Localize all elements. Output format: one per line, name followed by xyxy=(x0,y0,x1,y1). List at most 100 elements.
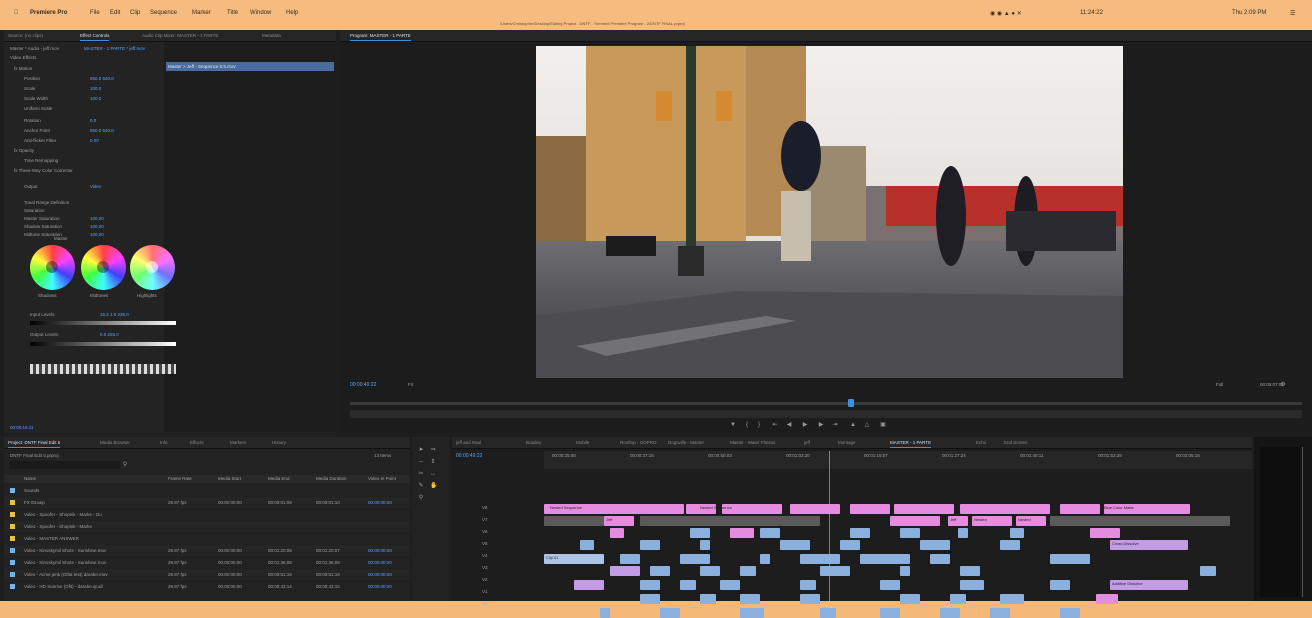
timeline-clip[interactable] xyxy=(820,566,850,576)
effect-row-label[interactable]: Shadow Saturation xyxy=(24,224,62,229)
effect-row-value[interactable]: 0.00 xyxy=(90,138,99,143)
timeline-clip[interactable] xyxy=(740,566,756,576)
timeline-clip[interactable] xyxy=(1050,516,1230,526)
timeline-clip[interactable] xyxy=(960,566,980,576)
ripple-edit-icon[interactable]: ⇔ xyxy=(418,459,424,465)
menu-clip[interactable]: Clip xyxy=(130,10,140,16)
timeline-clip[interactable] xyxy=(950,594,966,604)
effect-row-label[interactable]: Position xyxy=(24,76,40,81)
effect-row-label[interactable]: Output xyxy=(24,184,38,189)
timeline-tab[interactable]: End Screen xyxy=(1004,440,1028,445)
tab-project[interactable]: Project: DNTF Final Edit 5 xyxy=(8,440,61,448)
effect-row-label[interactable]: Anti-flicker Filter xyxy=(24,138,56,143)
timeline-clip[interactable] xyxy=(760,554,770,564)
timeline-tab[interactable]: Echo xyxy=(976,440,986,445)
output-levels-slider[interactable] xyxy=(30,342,176,346)
go-to-out-icon[interactable]: ⇥ xyxy=(832,422,838,428)
search-bin-icon[interactable]: ⚲ xyxy=(122,462,128,468)
timeline-clip[interactable] xyxy=(860,554,910,564)
timeline-clip[interactable] xyxy=(690,528,710,538)
timeline-clip[interactable] xyxy=(650,566,670,576)
project-item-row[interactable]: Video - Spoofer - Shopnik - Marks - Ou xyxy=(4,509,410,520)
effect-row-label[interactable]: Anchor Point xyxy=(24,128,50,133)
project-search-input[interactable] xyxy=(10,461,120,469)
timeline-clip[interactable] xyxy=(800,594,820,604)
menu-help[interactable]: Help xyxy=(286,10,298,16)
timeline-clip[interactable] xyxy=(1200,566,1216,576)
effect-row-label[interactable]: Tonal Range Definition xyxy=(24,200,69,205)
status-icons[interactable]: ◉ ◉ ▲ ● ✕ xyxy=(990,10,1022,17)
timeline-playhead[interactable] xyxy=(829,451,830,601)
timeline-clip[interactable] xyxy=(640,540,660,550)
timeline-clip[interactable] xyxy=(640,516,780,526)
track-header[interactable]: V2 xyxy=(454,574,542,586)
timeline-clip[interactable] xyxy=(930,554,950,564)
timeline-clip[interactable] xyxy=(574,580,604,590)
effect-row-value[interactable]: 100.00 xyxy=(90,216,104,221)
timeline-clip[interactable] xyxy=(680,554,710,564)
menu-window[interactable]: Window xyxy=(250,10,271,16)
effect-row-value[interactable]: 0.0 xyxy=(90,118,96,123)
timeline-clip[interactable] xyxy=(880,608,900,618)
menu-marker[interactable]: Marker xyxy=(192,10,211,16)
timeline-clip[interactable] xyxy=(900,566,910,576)
col-media-start[interactable]: Media Start xyxy=(218,476,241,481)
timeline-clip[interactable] xyxy=(730,528,754,538)
effect-row-value[interactable]: 960.0 540.0 xyxy=(90,76,114,81)
timeline-clip[interactable] xyxy=(1050,580,1070,590)
col-name[interactable]: Name xyxy=(24,476,36,481)
timeline-clip[interactable] xyxy=(700,566,720,576)
track-header[interactable]: V6 xyxy=(454,526,542,538)
timeline-clip[interactable] xyxy=(1010,528,1024,538)
timeline-clip[interactable] xyxy=(790,504,840,514)
wrench-icon[interactable]: ⚙ xyxy=(1280,382,1286,388)
battery-time[interactable]: 11:24:22 xyxy=(1080,10,1103,16)
tab-metadata[interactable]: Metadata xyxy=(262,33,281,38)
timeline-clip[interactable] xyxy=(800,554,840,564)
timeline-clip[interactable] xyxy=(700,594,716,604)
mark-out-icon[interactable]: } xyxy=(756,422,762,428)
timeline-clip[interactable] xyxy=(960,504,1050,514)
timeline-clip[interactable] xyxy=(720,580,740,590)
program-scrubber[interactable] xyxy=(350,402,1302,405)
track-header[interactable]: V8 xyxy=(454,502,542,514)
clip-bar[interactable]: Master > Jeff - Sequence 0.5.mov xyxy=(166,62,334,71)
timeline-clip[interactable] xyxy=(740,594,760,604)
col-frame-rate[interactable]: Frame Rate xyxy=(168,476,192,481)
tab-media-browser[interactable]: Media Browser xyxy=(100,440,130,445)
source-line[interactable]: Master * Audio - jeff.mov xyxy=(10,46,59,51)
track-header[interactable]: A1 xyxy=(454,598,542,610)
timeline-clip[interactable] xyxy=(610,528,624,538)
effect-row-label[interactable]: Scale xyxy=(24,86,35,91)
project-item-row[interactable]: Video - Kinoskymil Shots - Sunshine.mov 2… xyxy=(4,557,410,568)
timeline-clip[interactable] xyxy=(1060,608,1080,618)
timeline-clip[interactable] xyxy=(620,554,640,564)
timeline-clip[interactable] xyxy=(544,516,604,526)
zoom-tool-icon[interactable]: ⚲ xyxy=(418,495,424,501)
slip-tool-icon[interactable]: ↔ xyxy=(430,471,436,477)
timeline-clip[interactable] xyxy=(1060,504,1100,514)
mark-in-icon[interactable]: { xyxy=(744,422,750,428)
timeline-clip[interactable] xyxy=(1090,528,1120,538)
tonal-range-bar[interactable] xyxy=(30,364,176,374)
clock[interactable]: Thu 2:09 PM xyxy=(1232,10,1266,16)
program-quality[interactable]: Full xyxy=(1216,382,1223,387)
tab-source[interactable]: Source: (no clips) xyxy=(8,33,43,38)
track-header[interactable]: V1 xyxy=(454,586,542,598)
step-forward-icon[interactable]: ▶ xyxy=(818,422,824,428)
timeline-clip[interactable] xyxy=(890,516,940,526)
track-header[interactable]: V4 xyxy=(454,550,542,562)
go-to-in-icon[interactable]: ⇤ xyxy=(772,422,778,428)
output-levels-values[interactable]: 0.0 255.0 xyxy=(100,332,119,337)
col-video-in[interactable]: Video In Point xyxy=(368,476,396,481)
tab-effect-controls[interactable]: Effect Controls xyxy=(80,33,110,41)
effect-row-value[interactable]: 100.00 xyxy=(90,224,104,229)
export-frame-icon[interactable]: ▣ xyxy=(880,422,886,428)
effect-mini-timeline[interactable] xyxy=(164,42,336,432)
col-media-duration[interactable]: Media Duration xyxy=(316,476,347,481)
timeline-clip[interactable] xyxy=(780,516,820,526)
timeline-clip[interactable] xyxy=(680,580,696,590)
project-item-row[interactable]: Video - HD Sunrise (Ofit) - darabe.qt.ai… xyxy=(4,581,410,592)
timeline-clip[interactable] xyxy=(958,528,968,538)
input-levels-values[interactable]: 16.2 1.0 235.0 xyxy=(100,312,129,317)
